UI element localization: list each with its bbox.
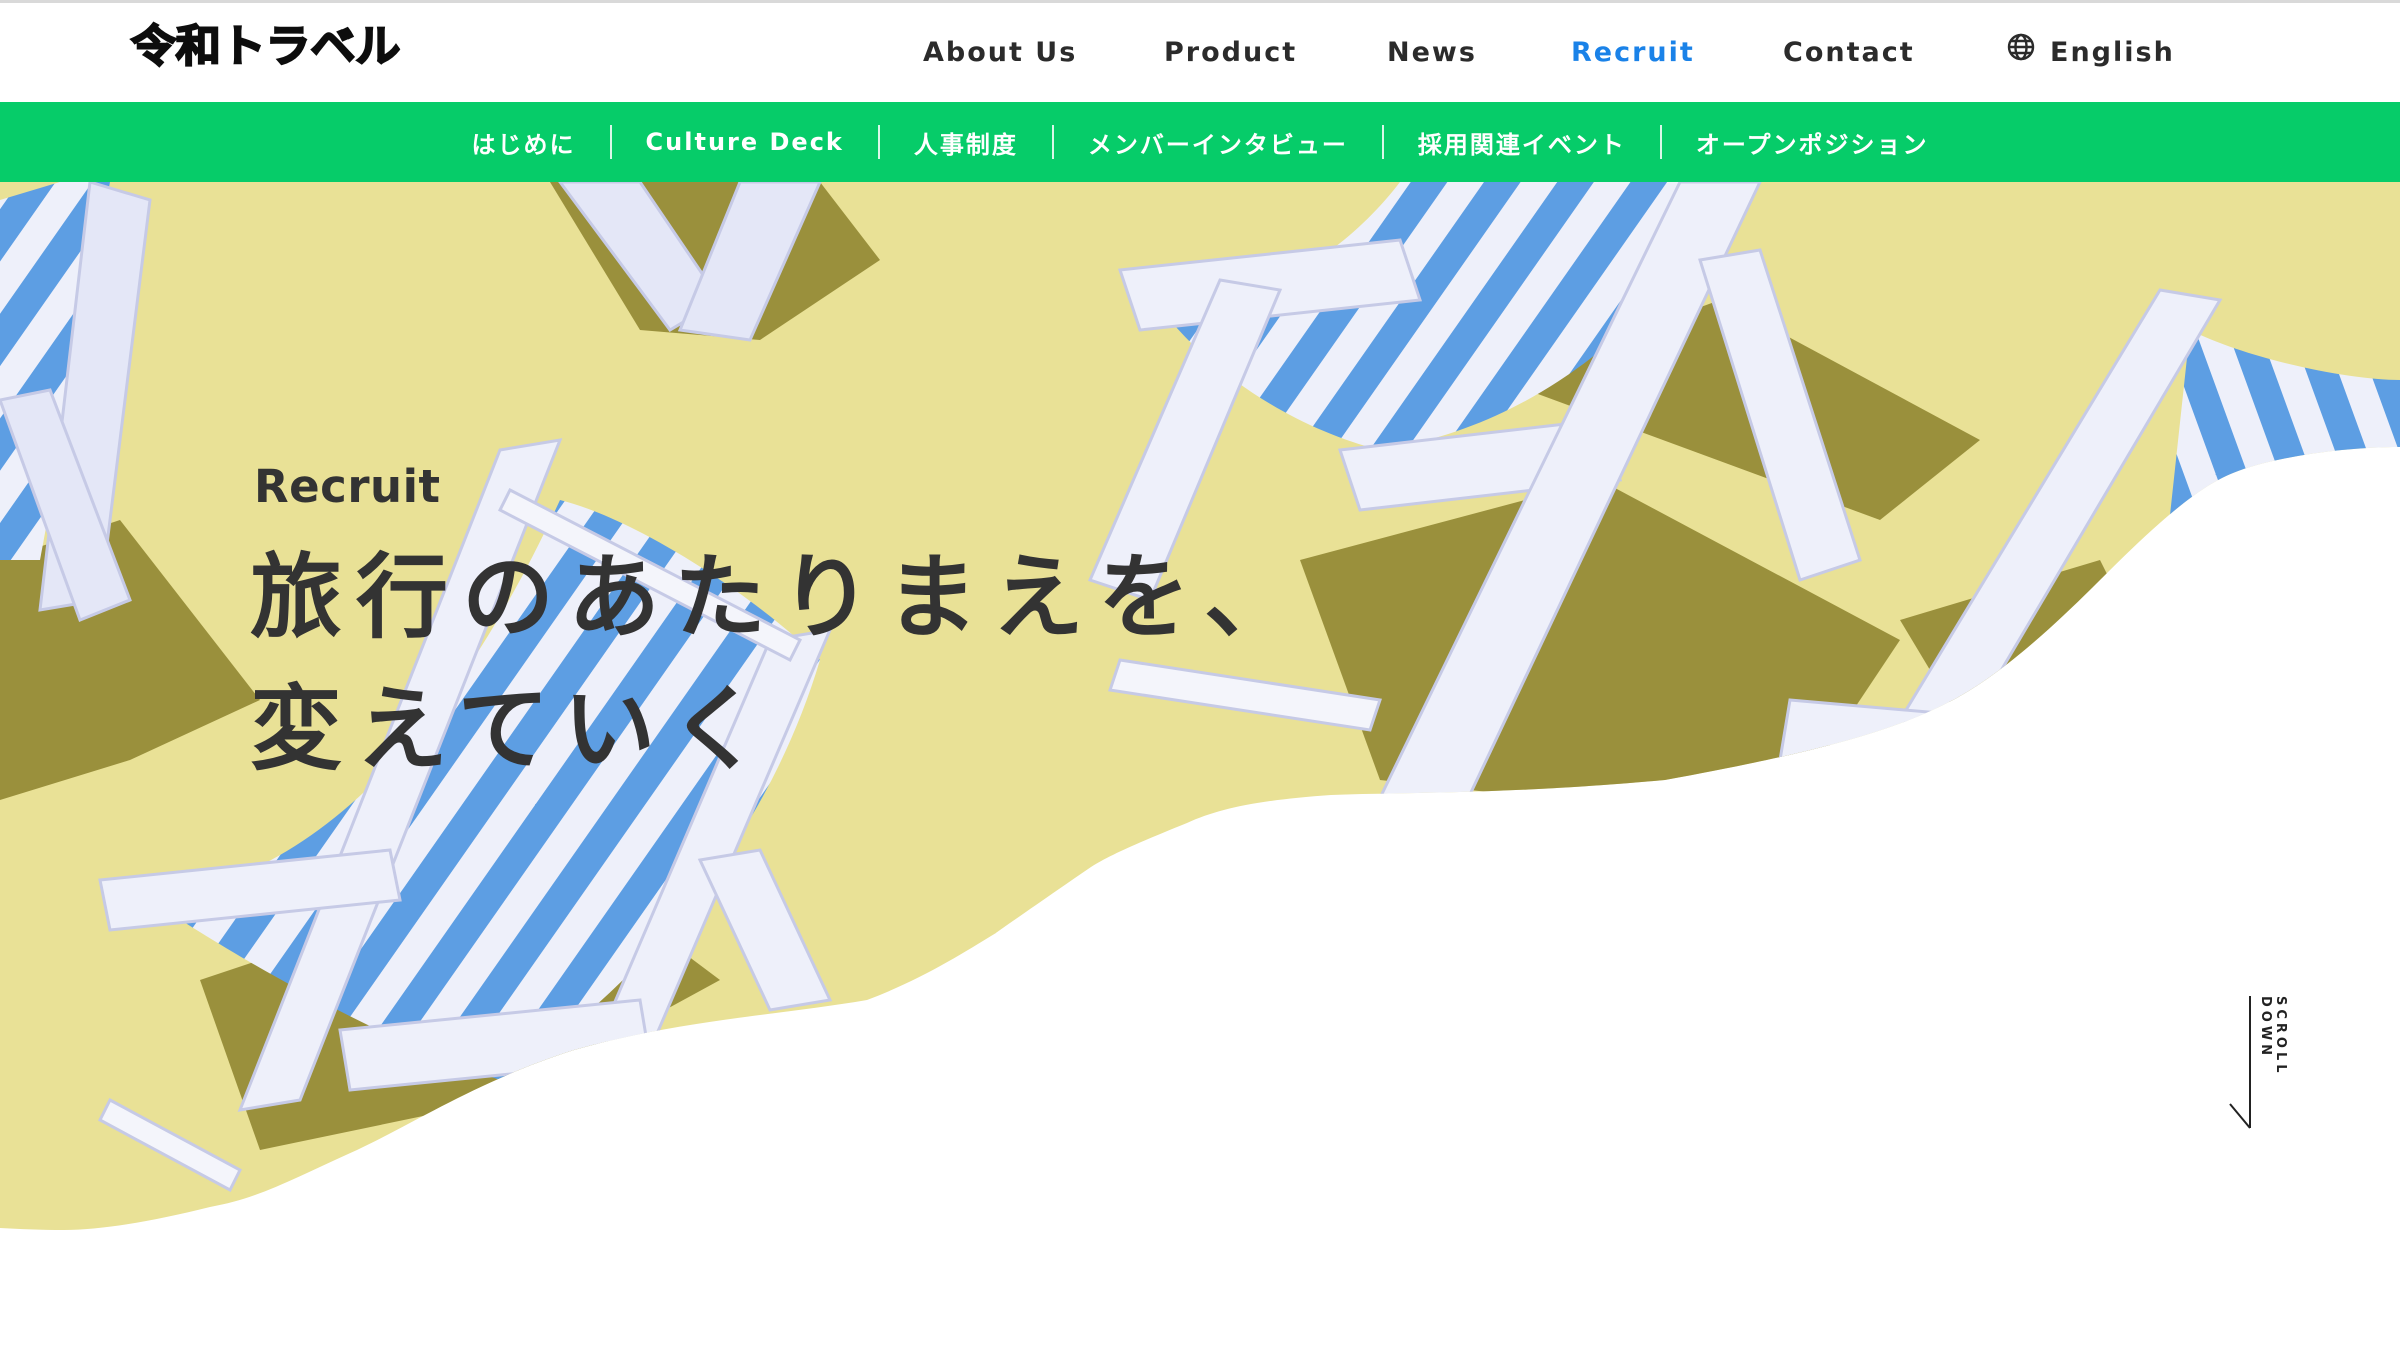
scroll-down-label: SCROLL DOWN <box>2258 996 2288 1077</box>
hero-title-line-1: 旅行のあたりまえを、 <box>250 544 1311 651</box>
subnav-hr-system[interactable]: 人事制度 <box>880 125 1052 160</box>
language-switcher[interactable]: English <box>2006 33 2175 73</box>
nav-news[interactable]: News <box>1387 33 1477 73</box>
globe-icon <box>2006 32 2036 74</box>
recruit-subnav: はじめに Culture Deck 人事制度 メンバーインタビュー 採用関連イベ… <box>0 102 2400 182</box>
subnav-open-positions[interactable]: オープンポジション <box>1662 125 1963 160</box>
hero-title-line-2: 変えていく <box>250 676 776 783</box>
nav-product[interactable]: Product <box>1164 33 1297 73</box>
nav-contact[interactable]: Contact <box>1783 33 1915 73</box>
subnav-culture-deck[interactable]: Culture Deck <box>612 128 878 156</box>
subnav-intro[interactable]: はじめに <box>438 125 610 160</box>
hero-title: 旅行のあたりまえを、 変えていく <box>250 532 1310 796</box>
scroll-down-indicator[interactable]: SCROLL DOWN <box>2228 994 2288 1134</box>
subnav-recruit-events[interactable]: 採用関連イベント <box>1384 125 1660 160</box>
hero-section: Recruit 旅行のあたりまえを、 変えていく SCROLL DOWN <box>0 182 2400 1360</box>
main-nav: About Us Product News Recruit Contact En… <box>0 3 2400 102</box>
hero-eyebrow: Recruit <box>254 460 441 513</box>
site-header: 令和トラベル About Us Product News Recruit Con… <box>0 3 2400 102</box>
nav-about-us[interactable]: About Us <box>923 33 1077 73</box>
subnav-member-interview[interactable]: メンバーインタビュー <box>1054 125 1382 160</box>
nav-recruit[interactable]: Recruit <box>1571 33 1695 73</box>
language-label: English <box>2050 37 2175 68</box>
arrow-down-icon <box>2229 996 2251 1129</box>
